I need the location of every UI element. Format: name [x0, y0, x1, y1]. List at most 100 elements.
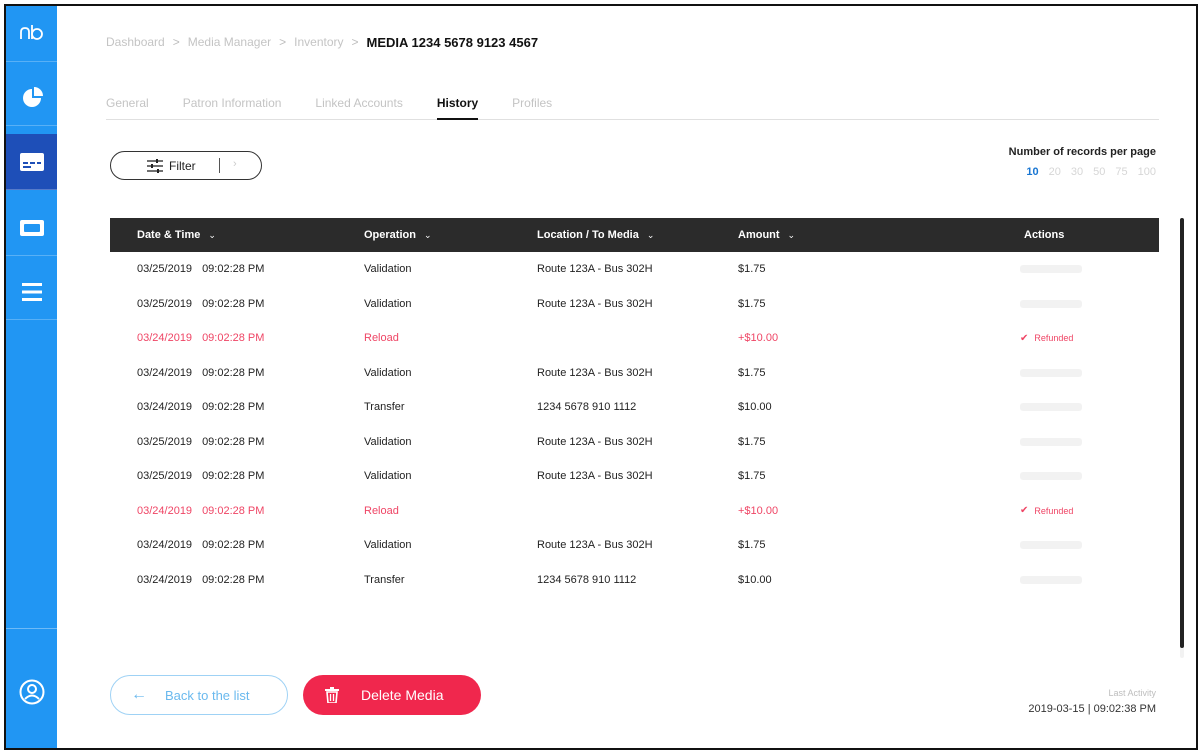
cell-amount: $1.75 — [738, 297, 766, 310]
column-header-operation[interactable]: Operation ⌄ — [364, 218, 432, 252]
cell-date: 03/24/2019 — [137, 539, 193, 552]
table-row[interactable]: 03/24/2019 09:02:28 PM Validation Route 123… — [110, 356, 1159, 391]
delete-media-button[interactable]: Delete Media — [303, 675, 481, 715]
records-per-page-option[interactable]: 20 — [1049, 166, 1061, 178]
cell-date: 03/24/2019 — [137, 366, 193, 379]
cell-actions: ✔ Refunded — [1020, 321, 1073, 356]
table-row[interactable]: 03/24/2019 09:02:28 PM Validation Route 123… — [110, 528, 1159, 563]
row-action-placeholder[interactable] — [1020, 368, 1082, 377]
cell-actions — [1020, 563, 1082, 598]
cell-time: 09:02:28 PM — [202, 504, 265, 517]
records-per-page-option[interactable]: 100 — [1138, 166, 1156, 178]
logo[interactable] — [6, 6, 57, 62]
cell-date-time: 03/24/2019 09:02:28 PM — [137, 528, 264, 563]
column-header-operation-label: Operation — [364, 229, 416, 241]
chevron-down-icon: ⌄ — [787, 229, 796, 240]
cell-operation: Validation — [364, 435, 412, 448]
checkmark-icon: ✔ — [1020, 505, 1029, 517]
column-header-location[interactable]: Location / To Media ⌄ — [537, 218, 654, 252]
cell-location: Route 123A - Bus 302H — [537, 539, 653, 552]
table-row[interactable]: 03/24/2019 09:02:28 PM Transfer 1234 5678 9… — [110, 563, 1159, 598]
cell-amount: +$10.00 — [738, 332, 779, 345]
breadcrumb-separator: > — [172, 35, 180, 49]
column-header-actions: Actions — [1024, 218, 1064, 252]
row-action-placeholder[interactable] — [1020, 541, 1082, 550]
sidebar-item-list[interactable] — [6, 264, 57, 320]
app-window: Dashboard > Media Manager > Inventory > … — [4, 4, 1198, 750]
chevron-down-icon: ⌄ — [423, 229, 432, 240]
column-header-date-label: Date & Time — [137, 229, 201, 241]
cell-amount: $1.75 — [738, 539, 766, 552]
tab-patron-information[interactable]: Patron Information — [183, 94, 282, 120]
filter-divider — [219, 158, 220, 173]
tab-profiles[interactable]: Profiles — [512, 94, 552, 120]
table-row[interactable]: 03/24/2019 09:02:28 PM Reload +$10.00 ✔ Refun… — [110, 494, 1159, 529]
tab-history[interactable]: History — [436, 94, 479, 120]
row-action-placeholder[interactable] — [1020, 299, 1082, 308]
table-body: 03/25/2019 09:02:28 PM Validation Route 123… — [110, 252, 1159, 597]
cell-actions — [1020, 252, 1082, 287]
row-action-placeholder[interactable] — [1020, 403, 1082, 412]
cell-date-time: 03/24/2019 09:02:28 PM — [137, 390, 264, 425]
row-action-placeholder[interactable] — [1020, 575, 1082, 584]
logo-icon — [19, 24, 43, 40]
tab-general[interactable]: General — [106, 94, 149, 120]
sidebar-item-dashboard[interactable] — [6, 70, 57, 126]
records-per-page-option[interactable]: 50 — [1093, 166, 1105, 178]
back-to-list-label: Back to the list — [165, 687, 250, 703]
cell-actions — [1020, 356, 1082, 391]
records-per-page-option[interactable]: 10 — [1026, 166, 1038, 178]
row-action-placeholder[interactable] — [1020, 265, 1082, 274]
cell-amount: $1.75 — [738, 470, 766, 483]
cell-actions: ✔ Refunded — [1020, 494, 1073, 529]
cell-date-time: 03/25/2019 09:02:28 PM — [137, 459, 264, 494]
cell-time: 09:02:28 PM — [202, 539, 265, 552]
scrollbar-thumb[interactable] — [1180, 218, 1184, 648]
table-row[interactable]: 03/25/2019 09:02:28 PM Validation Route 123… — [110, 459, 1159, 494]
cell-actions — [1020, 287, 1082, 322]
filter-button[interactable]: Filter › — [110, 151, 262, 180]
column-header-date[interactable]: Date & Time ⌄ — [137, 218, 216, 252]
scrollbar[interactable] — [1180, 218, 1184, 658]
cell-amount: $1.75 — [738, 263, 766, 276]
cell-operation: Transfer — [364, 401, 405, 414]
column-header-amount-label: Amount — [738, 229, 780, 241]
table-row[interactable]: 03/25/2019 09:02:28 PM Validation Route 123… — [110, 287, 1159, 322]
row-action-placeholder[interactable] — [1020, 472, 1082, 481]
records-per-page-option[interactable]: 75 — [1115, 166, 1127, 178]
row-action-placeholder[interactable] — [1020, 437, 1082, 446]
table-row[interactable]: 03/25/2019 09:02:28 PM Validation Route 123… — [110, 252, 1159, 287]
cell-date-time: 03/25/2019 09:02:28 PM — [137, 425, 264, 460]
breadcrumb: Dashboard > Media Manager > Inventory > … — [106, 32, 538, 52]
cell-actions — [1020, 425, 1082, 460]
cell-date: 03/24/2019 — [137, 401, 193, 414]
breadcrumb-item-media-manager[interactable]: Media Manager — [188, 35, 271, 49]
arrow-left-icon: ← — [131, 686, 147, 703]
breadcrumb-item-inventory[interactable]: Inventory — [294, 35, 343, 49]
sidebar-item-tickets[interactable] — [6, 200, 57, 256]
checkmark-icon: ✔ — [1020, 332, 1029, 344]
table-row[interactable]: 03/24/2019 09:02:28 PM Reload +$10.00 ✔ Refun… — [110, 321, 1159, 356]
cell-operation: Transfer — [364, 573, 405, 586]
chevron-down-icon: ⌄ — [646, 229, 655, 240]
sidebar-profile[interactable] — [6, 664, 57, 720]
cell-date: 03/25/2019 — [137, 297, 193, 310]
filter-label: Filter — [169, 158, 196, 173]
cell-time: 09:02:28 PM — [202, 366, 265, 379]
table-row[interactable]: 03/24/2019 09:02:28 PM Transfer 1234 5678 9… — [110, 390, 1159, 425]
cell-date: 03/24/2019 — [137, 573, 193, 586]
tab-linked-accounts[interactable]: Linked Accounts — [315, 94, 402, 120]
cell-date-time: 03/25/2019 09:02:28 PM — [137, 287, 264, 322]
cell-operation: Reload — [364, 504, 399, 517]
breadcrumb-separator: > — [351, 35, 359, 49]
sidebar-divider — [6, 628, 57, 629]
sidebar-item-media[interactable] — [6, 134, 57, 190]
cell-location: Route 123A - Bus 302H — [537, 366, 653, 379]
breadcrumb-item-dashboard[interactable]: Dashboard — [106, 35, 165, 49]
back-to-list-button[interactable]: ← Back to the list — [110, 675, 288, 715]
filter-expand[interactable]: › — [233, 158, 237, 170]
records-per-page-option[interactable]: 30 — [1071, 166, 1083, 178]
table-row[interactable]: 03/25/2019 09:02:28 PM Validation Route 123… — [110, 425, 1159, 460]
column-header-amount[interactable]: Amount ⌄ — [738, 218, 795, 252]
sidebar — [6, 6, 57, 748]
